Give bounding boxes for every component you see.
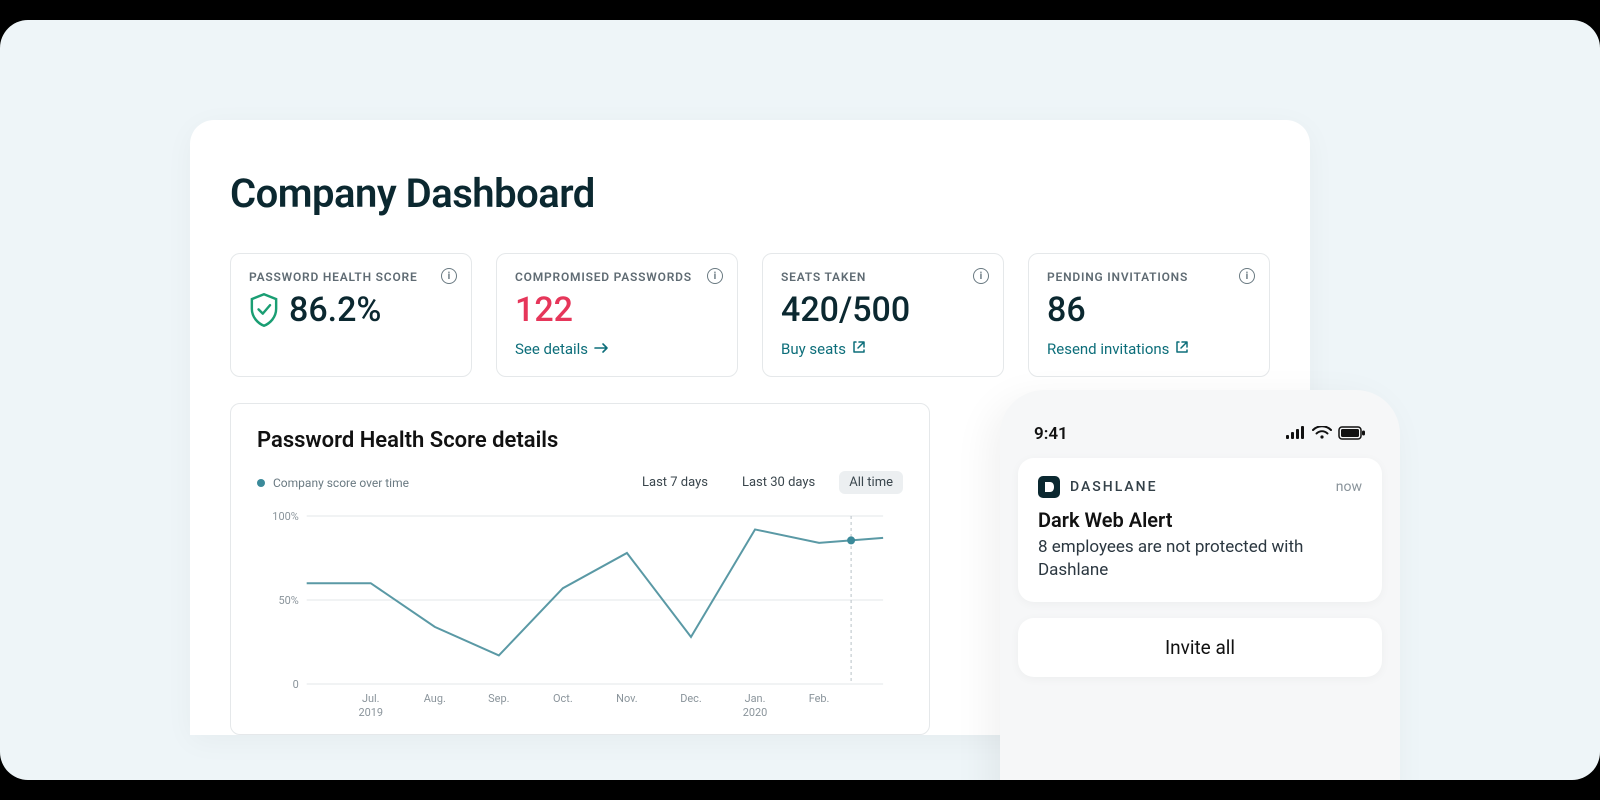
- svg-text:50%: 50%: [278, 594, 298, 607]
- health-score-value: 86.2%: [289, 290, 381, 330]
- resend-invitations-link[interactable]: Resend invitations: [1047, 340, 1189, 358]
- svg-text:Aug.: Aug.: [424, 692, 446, 705]
- svg-text:Nov.: Nov.: [616, 692, 638, 705]
- svg-text:2020: 2020: [743, 706, 768, 719]
- notification-app-name: DASHLANE: [1070, 479, 1158, 495]
- chart-title: Password Health Score details: [257, 428, 903, 453]
- range-7d[interactable]: Last 7 days: [632, 471, 718, 494]
- range-30d[interactable]: Last 30 days: [732, 471, 825, 494]
- external-link-icon: [852, 340, 866, 358]
- card-compromised: COMPROMISED PASSWORDS i 122 See details: [496, 253, 738, 377]
- link-label: See details: [515, 340, 588, 358]
- info-icon[interactable]: i: [707, 268, 723, 284]
- card-seats: SEATS TAKEN i 420/500 Buy seats: [762, 253, 1004, 377]
- link-label: Resend invitations: [1047, 340, 1169, 358]
- card-password-health: PASSWORD HEALTH SCORE i 86.2%: [230, 253, 472, 377]
- chart-legend: Company score over time: [257, 476, 409, 490]
- arrow-right-icon: [594, 340, 610, 358]
- svg-text:Oct.: Oct.: [553, 692, 573, 705]
- card-label: SEATS TAKEN: [781, 270, 985, 284]
- external-link-icon: [1175, 340, 1189, 358]
- svg-text:Jul.: Jul.: [362, 692, 380, 705]
- invite-all-button[interactable]: Invite all: [1018, 618, 1382, 677]
- see-details-link[interactable]: See details: [515, 340, 610, 358]
- notification-time: now: [1336, 479, 1362, 495]
- notification-title: Dark Web Alert: [1038, 508, 1362, 532]
- shield-check-icon: [249, 293, 279, 327]
- notification-body: 8 employees are not protected with Dashl…: [1038, 536, 1362, 582]
- legend-dot-icon: [257, 479, 265, 487]
- range-selector: Last 7 days Last 30 days All time: [632, 471, 903, 494]
- buy-seats-link[interactable]: Buy seats: [781, 340, 866, 358]
- info-icon[interactable]: i: [1239, 268, 1255, 284]
- card-label: PENDING INVITATIONS: [1047, 270, 1251, 284]
- card-label: COMPROMISED PASSWORDS: [515, 270, 719, 284]
- card-value: 86: [1047, 290, 1251, 330]
- legend-label: Company score over time: [273, 476, 409, 490]
- svg-text:Feb.: Feb.: [809, 692, 830, 705]
- cellular-icon: [1286, 425, 1306, 444]
- svg-text:100%: 100%: [272, 510, 298, 523]
- card-label: PASSWORD HEALTH SCORE: [249, 270, 453, 284]
- statusbar-icons: [1286, 425, 1366, 444]
- phone-statusbar: 9:41: [1018, 418, 1382, 458]
- card-value: 122: [515, 290, 719, 330]
- page-title: Company Dashboard: [230, 170, 1270, 217]
- range-all[interactable]: All time: [839, 471, 903, 494]
- phone-mockup: 9:41 DASHLANE: [1000, 390, 1400, 780]
- svg-text:Sep.: Sep.: [488, 692, 509, 705]
- svg-text:0: 0: [293, 678, 299, 691]
- card-invitations: PENDING INVITATIONS i 86 Resend invitati…: [1028, 253, 1270, 377]
- info-icon[interactable]: i: [973, 268, 989, 284]
- svg-text:2019: 2019: [358, 706, 383, 719]
- chart-card: Password Health Score details Company sc…: [230, 403, 930, 735]
- statusbar-time: 9:41: [1034, 424, 1068, 444]
- battery-icon: [1338, 425, 1366, 444]
- wifi-icon: [1312, 425, 1332, 444]
- notification-card[interactable]: DASHLANE now Dark Web Alert 8 employees …: [1018, 458, 1382, 602]
- info-icon[interactable]: i: [441, 268, 457, 284]
- link-label: Buy seats: [781, 340, 846, 358]
- card-value: 420/500: [781, 290, 985, 330]
- chart-plot: 0 50% 100% Jul.2019 Aug. Sep. Oct. Nov. Dec. Jan.…: [257, 504, 903, 724]
- page-panel: Company Dashboard PASSWORD HEALTH SCORE …: [0, 20, 1600, 780]
- dashlane-logo-icon: [1038, 476, 1060, 498]
- metric-cards-row: PASSWORD HEALTH SCORE i 86.2% COMPROMISE…: [230, 253, 1270, 377]
- card-value: 86.2%: [249, 290, 453, 330]
- svg-text:Jan.: Jan.: [745, 692, 766, 705]
- svg-text:Dec.: Dec.: [680, 692, 702, 705]
